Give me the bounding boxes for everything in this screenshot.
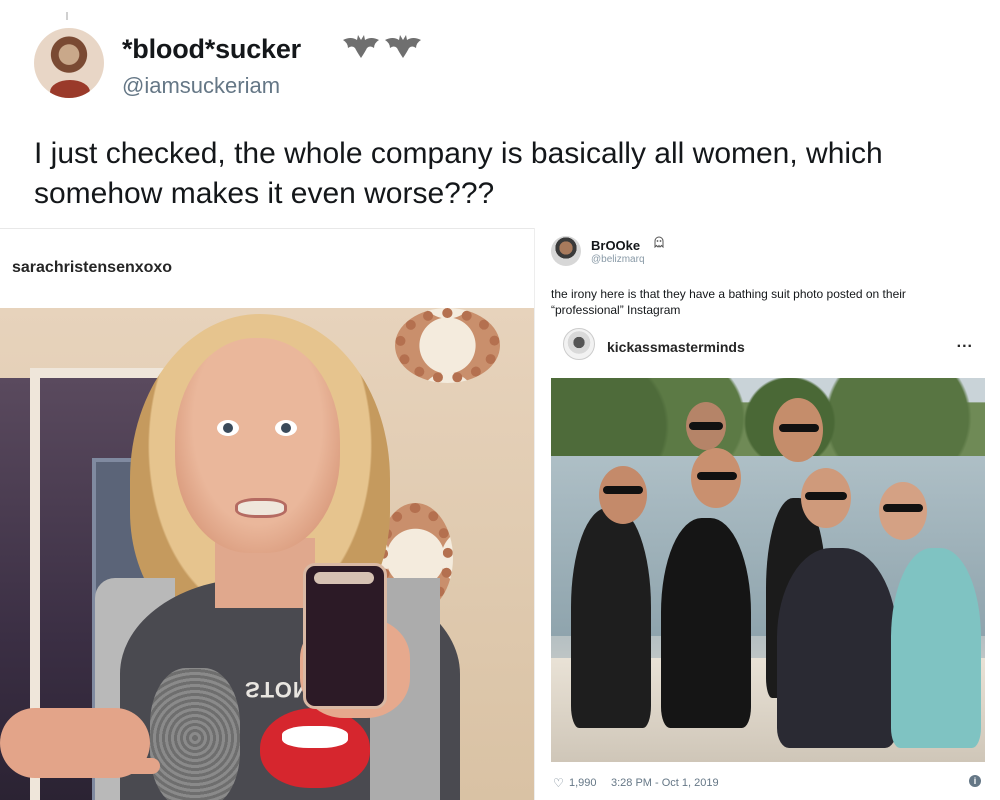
- display-name[interactable]: BrOOke: [591, 238, 640, 253]
- handle[interactable]: @iamsuckeriam: [122, 73, 280, 99]
- bat-icon: [385, 35, 421, 58]
- instagram-post-left: sarachristensenxoxo STONES: [0, 228, 534, 800]
- tweet-text: I just checked, the whole company is bas…: [34, 137, 883, 210]
- person: [661, 518, 751, 728]
- eye: [275, 420, 297, 436]
- avatar[interactable]: [34, 28, 104, 98]
- instagram-embed[interactable]: kickassmasterminds ... ♡ 1,990 3:28 PM -…: [551, 324, 985, 800]
- sunglasses: [805, 492, 847, 500]
- mouth: [235, 498, 287, 518]
- timestamp[interactable]: 3:28 PM - Oct 1, 2019: [611, 777, 719, 789]
- post-photo[interactable]: [551, 378, 985, 762]
- person: [891, 548, 981, 748]
- avatar[interactable]: [563, 328, 595, 360]
- post-username[interactable]: kickassmasterminds: [607, 339, 745, 355]
- person: [571, 508, 651, 728]
- display-name[interactable]: *blood*sucker: [122, 34, 301, 65]
- lace-bra: [150, 668, 240, 800]
- avatar[interactable]: [551, 236, 581, 266]
- heart-icon[interactable]: ♡: [553, 776, 564, 790]
- tweet-text: the irony here is that they have a bathi…: [551, 287, 906, 317]
- quote-tweet: BrOOke @belizmarq the irony here is that…: [534, 228, 1000, 800]
- face: [175, 338, 340, 553]
- sunglasses: [883, 504, 923, 512]
- bat-icon: [343, 35, 379, 58]
- smartphone: [303, 563, 387, 709]
- handle[interactable]: @belizmarq: [591, 254, 645, 265]
- post-header: sarachristensenxoxo: [0, 228, 534, 309]
- person: [777, 548, 897, 748]
- name-emoji-group: [342, 34, 422, 60]
- more-options-icon[interactable]: ...: [957, 334, 973, 352]
- top-tweet: *blood*sucker @iamsuckeriam I just check…: [0, 0, 1000, 228]
- like-count[interactable]: 1,990: [569, 777, 597, 789]
- wall-mirror: [395, 308, 500, 383]
- sunglasses: [779, 424, 819, 432]
- sunglasses: [697, 472, 737, 480]
- post-photo[interactable]: STONES: [0, 308, 534, 800]
- pointing-finger: [100, 758, 160, 774]
- post-username[interactable]: sarachristensenxoxo: [12, 259, 172, 277]
- info-icon[interactable]: i: [969, 775, 981, 787]
- tree-line: [551, 378, 985, 458]
- eye: [217, 420, 239, 436]
- ghost-icon: [653, 236, 665, 251]
- sunglasses: [689, 422, 723, 430]
- head: [599, 466, 647, 524]
- sunglasses: [603, 486, 643, 494]
- tweet-footer: ♡ 1,990 3:28 PM - Oct 1, 2019 i: [551, 770, 985, 800]
- scroll-indicator: [66, 12, 68, 20]
- tongue-logo: [260, 708, 370, 788]
